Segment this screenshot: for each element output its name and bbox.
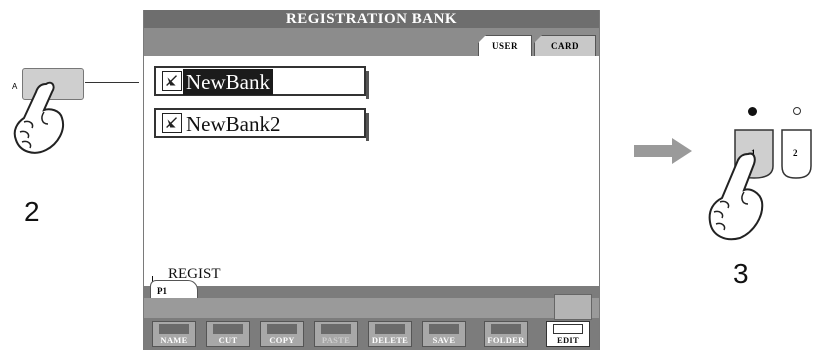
save-icon — [429, 324, 459, 334]
name-icon — [159, 324, 189, 334]
folder-up-icon[interactable] — [554, 294, 592, 320]
bank-item-label: NewBank — [183, 69, 273, 95]
tab-strip: USER CARD — [144, 28, 599, 57]
right-arrow-icon — [634, 138, 692, 164]
bank-item-newbank[interactable]: NewBank — [154, 66, 369, 99]
delete-icon — [375, 324, 405, 334]
menu-label: PASTE — [321, 335, 351, 345]
button-number: 2 — [793, 148, 798, 158]
screen-title: REGISTRATION BANK — [144, 10, 599, 28]
page-area — [144, 298, 599, 318]
led-indicator-on — [748, 107, 757, 116]
menu-label: CUT — [218, 335, 238, 345]
paste-button[interactable]: PASTE — [314, 321, 358, 347]
menu-label: EDIT — [557, 335, 579, 345]
registration-file-icon — [162, 71, 182, 91]
copy-button[interactable]: COPY — [260, 321, 304, 347]
connector-line — [85, 82, 139, 83]
folder-button[interactable]: FOLDER — [484, 321, 528, 347]
pressing-hand-icon — [708, 152, 764, 241]
save-button[interactable]: SAVE — [422, 321, 466, 347]
menu-label: COPY — [269, 335, 295, 345]
delete-button[interactable]: DELETE — [368, 321, 412, 347]
panel-button-2[interactable]: 2 — [780, 128, 813, 180]
edit-icon — [553, 324, 583, 334]
menu-label: DELETE — [371, 335, 409, 345]
folder-icon — [491, 324, 521, 334]
scissors-icon — [213, 324, 243, 334]
paste-icon — [321, 324, 351, 334]
name-button[interactable]: NAME — [152, 321, 196, 347]
step-number-2: 2 — [24, 196, 40, 227]
lcd-screen: REGISTRATION BANK USER CARD NewBank NewB… — [143, 10, 600, 350]
edit-button[interactable]: EDIT — [546, 321, 590, 347]
bank-list: NewBank NewBank2 — [144, 56, 599, 276]
led-indicator-off — [793, 107, 801, 115]
item-shadow — [366, 113, 369, 141]
copy-icon — [267, 324, 297, 334]
step-number-3: 3 — [733, 258, 749, 289]
item-shadow — [366, 71, 369, 99]
tab-card[interactable]: CARD — [534, 35, 596, 57]
menu-label: SAVE — [432, 335, 456, 345]
registration-file-icon — [162, 113, 182, 133]
bank-item-newbank2[interactable]: NewBank2 — [154, 108, 369, 141]
menu-label: NAME — [160, 335, 188, 345]
page-tab-p1[interactable]: P1 — [150, 280, 198, 298]
pressing-hand-icon — [13, 81, 64, 154]
bank-item-label: NewBank2 — [186, 112, 281, 136]
cut-button[interactable]: CUT — [206, 321, 250, 347]
menu-label: FOLDER — [487, 335, 525, 345]
tab-user[interactable]: USER — [478, 35, 532, 57]
